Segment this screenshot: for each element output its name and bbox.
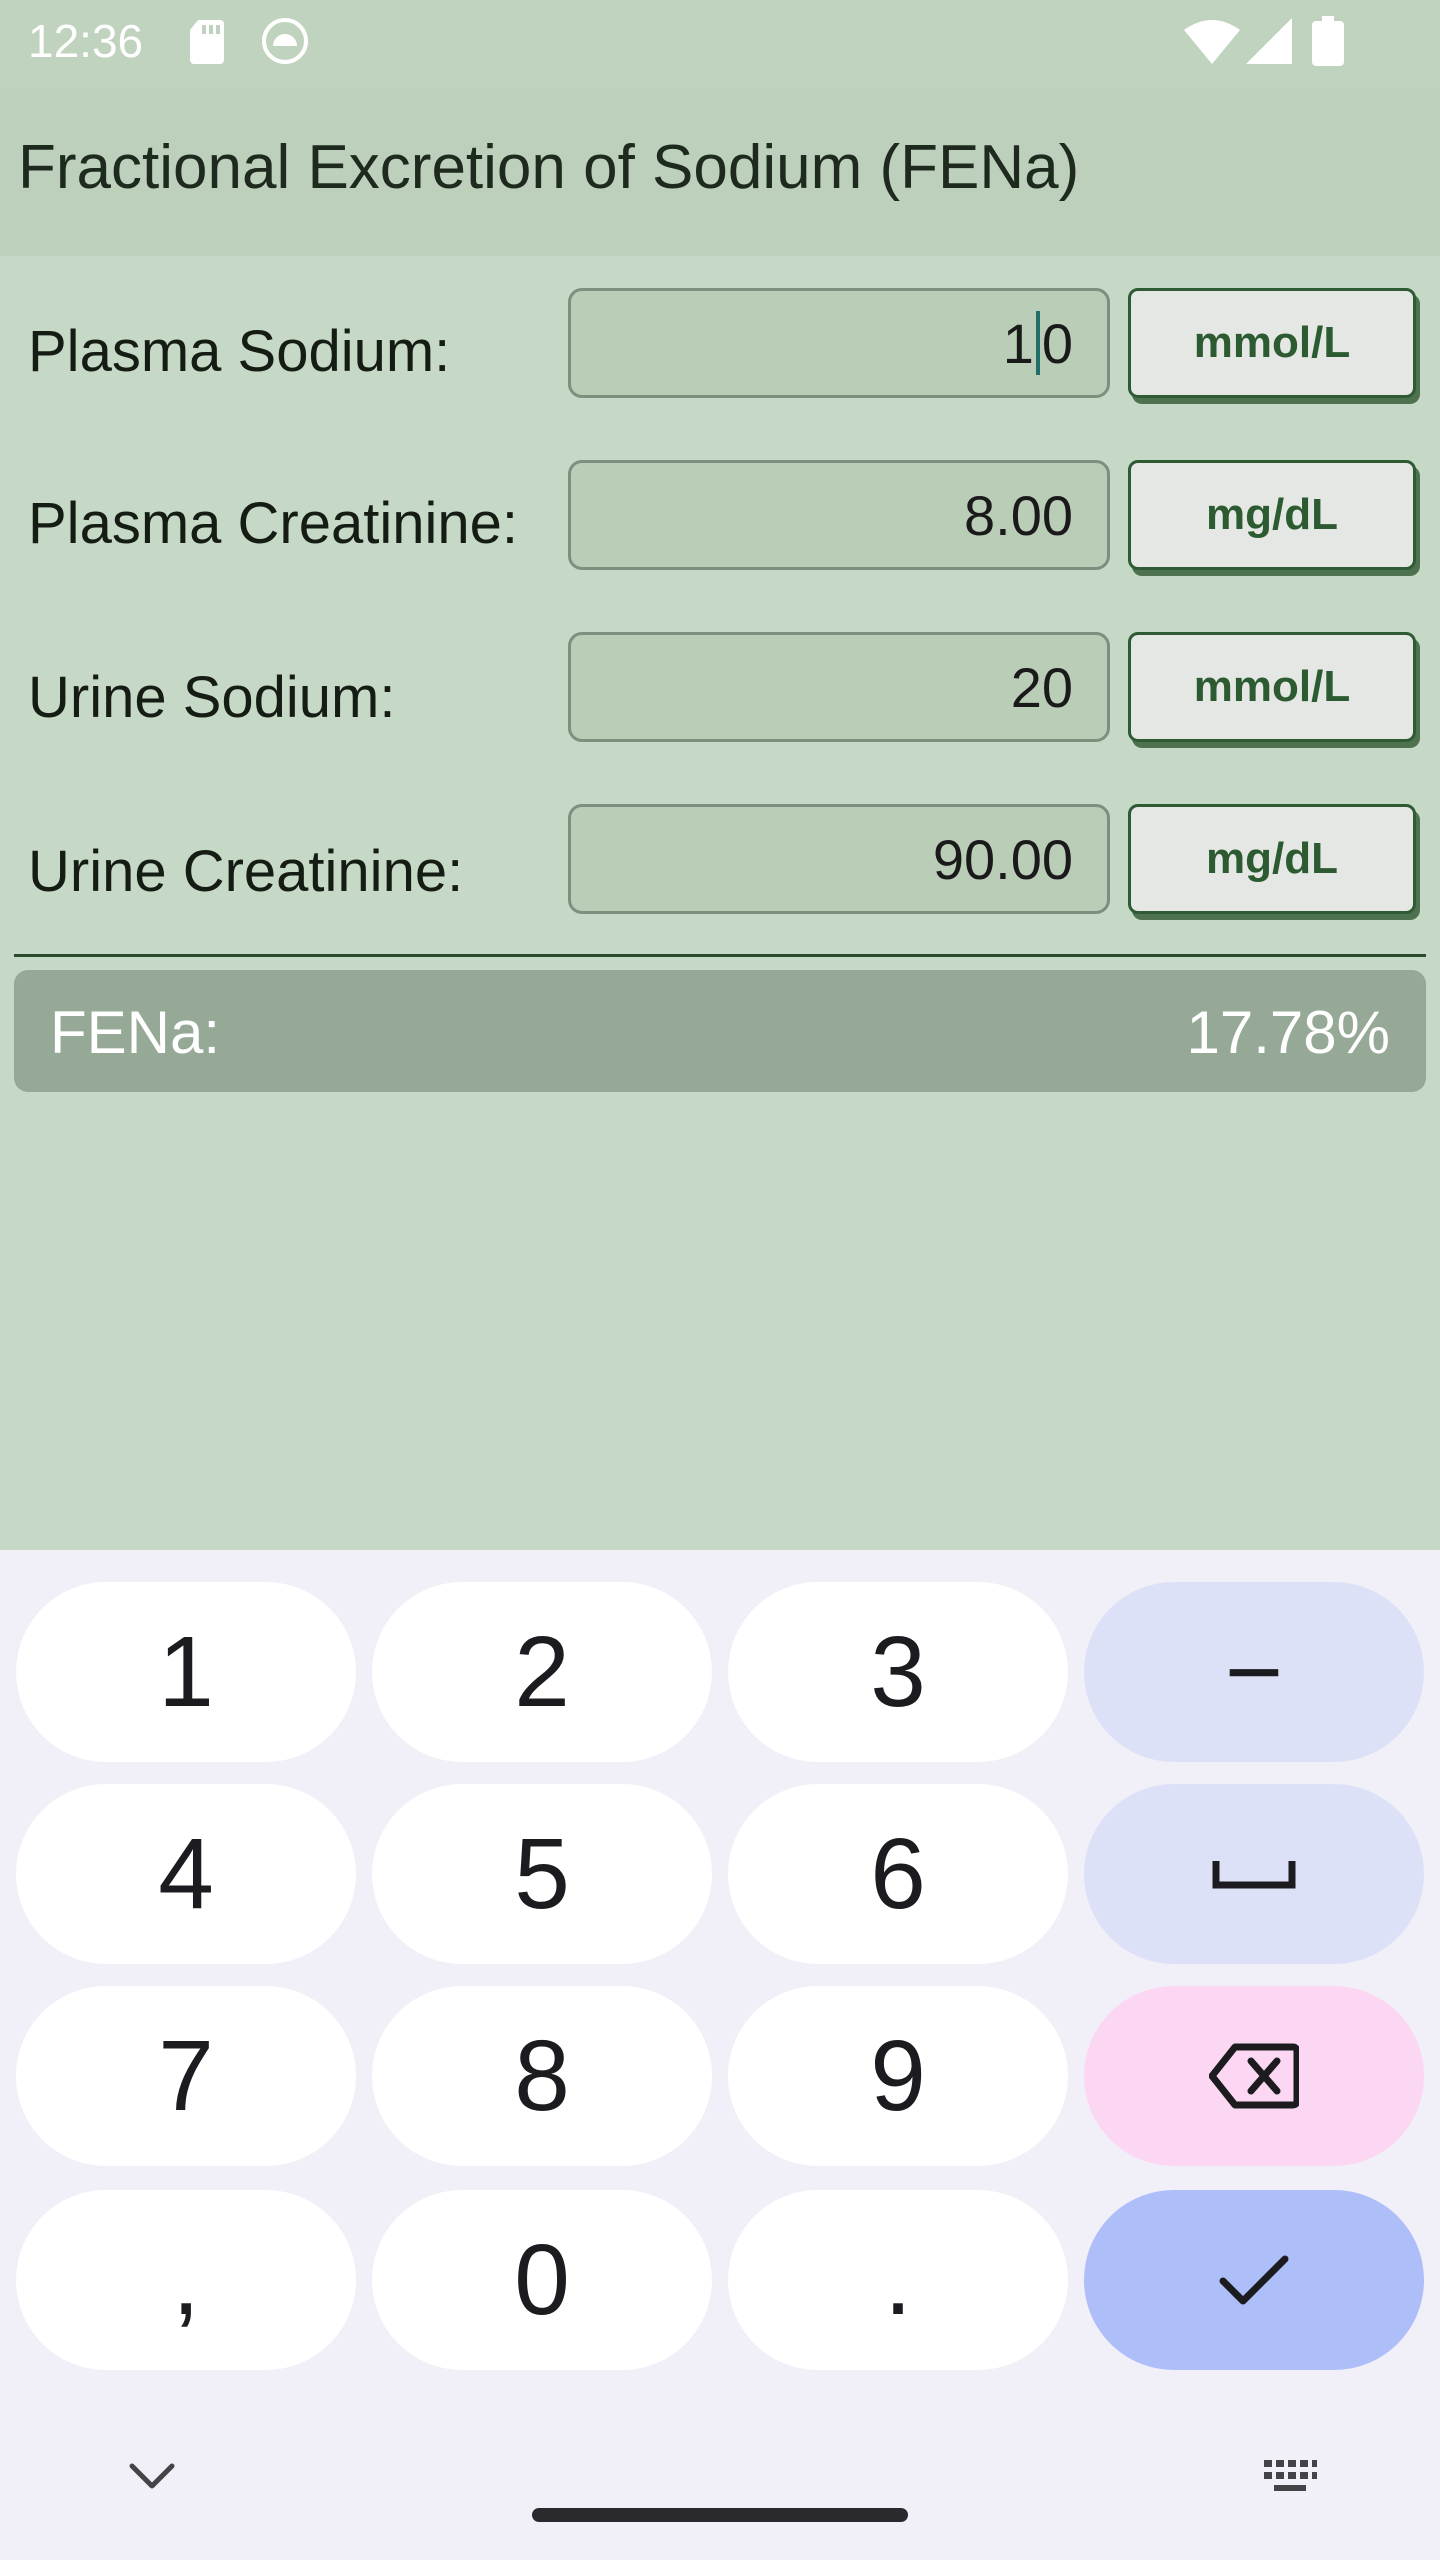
key-done[interactable]	[1084, 2190, 1424, 2370]
key-3[interactable]: 3	[728, 1582, 1068, 1762]
result-label: FENa:	[50, 999, 221, 1066]
backspace-icon	[1209, 2043, 1299, 2109]
urine-sodium-input[interactable]: 20	[568, 632, 1110, 742]
plasma-creatinine-unit-button[interactable]: mg/dL	[1128, 460, 1416, 570]
key-0[interactable]: 0	[372, 2190, 712, 2370]
result-bar: FENa: 17.78%	[14, 970, 1426, 1092]
key-period[interactable]: .	[728, 2190, 1068, 2370]
key-2[interactable]: 2	[372, 1582, 712, 1762]
plasma-creatinine-value: 8.00	[964, 483, 1073, 547]
plasma-creatinine-label: Plasma Creatinine:	[28, 491, 518, 556]
wifi-icon	[1184, 20, 1240, 64]
key-4[interactable]: 4	[16, 1784, 356, 1964]
status-time: 12:36	[28, 15, 144, 67]
key-1[interactable]: 1	[16, 1582, 356, 1762]
text-caret	[1035, 311, 1040, 375]
key-comma[interactable]: ,	[16, 2190, 356, 2370]
key-minus[interactable]: −	[1084, 1582, 1424, 1762]
chevron-down-icon[interactable]	[126, 2458, 178, 2494]
status-bar: 12:36	[0, 0, 1440, 88]
space-icon	[1212, 1861, 1296, 1889]
key-9[interactable]: 9	[728, 1986, 1068, 2166]
plasma-sodium-unit-button[interactable]: mmol/L	[1128, 288, 1416, 398]
urine-creatinine-value: 90.00	[932, 827, 1073, 891]
urine-sodium-label: Urine Sodium:	[28, 665, 396, 730]
plasma-creatinine-input[interactable]: 8.00	[568, 460, 1110, 570]
urine-sodium-value: 20	[1010, 655, 1073, 719]
home-indicator[interactable]	[532, 2508, 908, 2522]
key-space[interactable]	[1084, 1784, 1424, 1964]
key-backspace[interactable]	[1084, 1986, 1424, 2166]
page-title: Fractional Excretion of Sodium (FENa)	[18, 133, 1080, 202]
battery-icon	[1312, 16, 1344, 66]
plasma-sodium-label: Plasma Sodium:	[28, 319, 451, 384]
divider	[14, 954, 1426, 957]
urine-sodium-unit-button[interactable]: mmol/L	[1128, 632, 1416, 742]
check-icon	[1219, 2255, 1289, 2305]
app-bar: Fractional Excretion of Sodium (FENa)	[0, 88, 1440, 256]
key-7[interactable]: 7	[16, 1986, 356, 2166]
result-value: 17.78%	[1186, 999, 1391, 1066]
key-5[interactable]: 5	[372, 1784, 712, 1964]
urine-creatinine-unit-button[interactable]: mg/dL	[1128, 804, 1416, 914]
urine-creatinine-input[interactable]: 90.00	[568, 804, 1110, 914]
keyboard-icon[interactable]	[1262, 2458, 1318, 2494]
plasma-sodium-value-after-caret: 0	[1041, 311, 1073, 375]
plasma-sodium-value-before-caret: 1	[1002, 311, 1034, 375]
android-debug-icon	[262, 18, 308, 64]
urine-creatinine-label: Urine Creatinine:	[28, 839, 464, 904]
key-6[interactable]: 6	[728, 1784, 1068, 1964]
key-8[interactable]: 8	[372, 1986, 712, 2166]
signal-icon	[1246, 18, 1292, 64]
sd-card-icon	[190, 20, 224, 64]
calculator-form: Plasma Sodium: 10 mmol/L Plasma Creatini…	[0, 256, 1440, 1550]
plasma-sodium-input[interactable]: 10	[568, 288, 1110, 398]
